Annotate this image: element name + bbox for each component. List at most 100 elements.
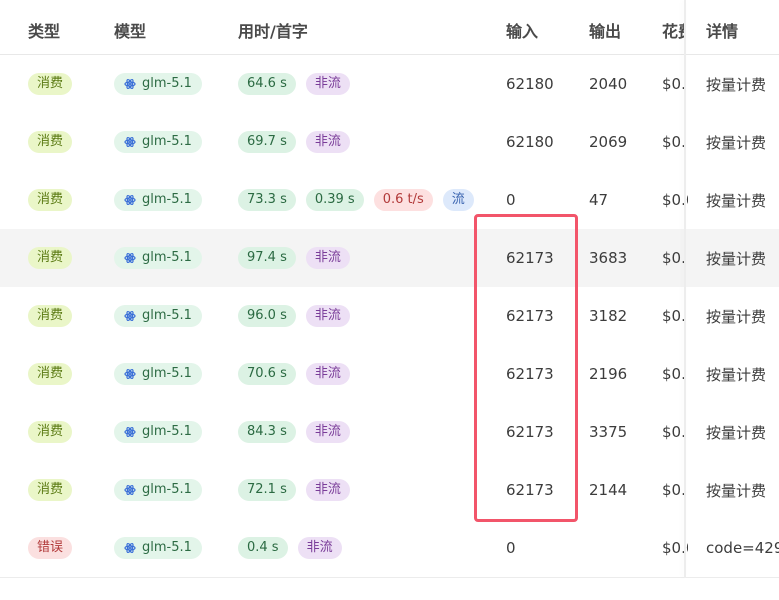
time-cell: 64.6 s 非流 [238, 55, 478, 113]
output-tokens-cell: 47 [589, 191, 609, 209]
type-badge: 消费 [28, 421, 73, 443]
model-logo-icon [124, 542, 136, 554]
time-cell: 84.3 s 非流 [238, 403, 478, 461]
model-badge[interactable]: glm-5.1 [114, 479, 202, 501]
input-tokens-cell: 0 [506, 539, 516, 557]
speed-badge: 0.6 t/s [373, 189, 433, 211]
model-cell: glm-5.1 [114, 345, 232, 403]
output-tokens-cell: 2144 [589, 481, 628, 499]
type-badge: 消费 [28, 247, 73, 269]
time-cell: 96.0 s 非流 [238, 287, 478, 345]
detail-cell[interactable]: 按量计费 [706, 113, 779, 171]
model-name: glm-5.1 [142, 366, 192, 381]
duration-badge: 64.6 s [238, 73, 296, 95]
model-logo-icon [124, 484, 136, 496]
detail-cell[interactable]: 按量计费 [706, 403, 779, 461]
type-badge: 消费 [28, 363, 73, 385]
header-input[interactable]: 输入 [506, 0, 576, 54]
detail-cell[interactable]: 按量计费 [706, 229, 779, 287]
table-row[interactable]: 消费 glm-5.1 97.4 s 非流 62173 3683 $0. 按量计费 [0, 229, 779, 288]
input-tokens-cell: 62173 [506, 481, 554, 499]
input-tokens-cell: 62173 [506, 423, 554, 441]
type-badge: 消费 [28, 305, 73, 327]
table-header: 类型 模型 用时/首字 输入 输出 花费 详情 [0, 0, 779, 55]
stream-mode-badge: 非流 [305, 421, 350, 443]
model-cell: glm-5.1 [114, 403, 232, 461]
header-output[interactable]: 输出 [589, 0, 649, 54]
model-name: glm-5.1 [142, 192, 192, 207]
header-type[interactable]: 类型 [28, 0, 98, 54]
model-name: glm-5.1 [142, 134, 192, 149]
model-logo-icon [124, 310, 136, 322]
duration-badge: 70.6 s [238, 363, 296, 385]
model-badge[interactable]: glm-5.1 [114, 421, 202, 443]
input-tokens-cell: 62173 [506, 365, 554, 383]
detail-cell[interactable]: 按量计费 [706, 287, 779, 345]
output-tokens-cell: 2040 [589, 75, 628, 93]
model-name: glm-5.1 [142, 424, 192, 439]
input-tokens-cell: 0 [506, 191, 516, 209]
model-badge[interactable]: glm-5.1 [114, 305, 202, 327]
model-cell: glm-5.1 [114, 55, 232, 113]
type-cell: 消费 [28, 55, 108, 113]
model-name: glm-5.1 [142, 540, 192, 555]
detail-cell[interactable]: 按量计费 [706, 171, 779, 229]
time-cell: 69.7 s 非流 [238, 113, 478, 171]
type-cell: 错误 [28, 519, 108, 577]
stream-mode-badge: 非流 [305, 73, 350, 95]
time-cell: 73.3 s 0.39 s 0.6 t/s 流 [238, 171, 478, 229]
duration-badge: 69.7 s [238, 131, 296, 153]
model-cell: glm-5.1 [114, 461, 232, 519]
duration-badge: 96.0 s [238, 305, 296, 327]
usage-log-table: 类型 模型 用时/首字 输入 输出 花费 详情 消费 [0, 0, 779, 600]
input-tokens-cell: 62180 [506, 133, 554, 151]
output-tokens-cell: 3375 [589, 423, 628, 441]
table-row[interactable]: 消费 glm-5.1 69.7 s 非流 62180 2069 $0. 按量计费 [0, 113, 779, 172]
header-cost[interactable]: 花费 [662, 0, 684, 54]
table-row[interactable]: 消费 glm-5.1 64.6 s 非流 62180 2040 $0. 按量计费 [0, 55, 779, 114]
table-row[interactable]: 消费 glm-5.1 73.3 s 0.39 s 0.6 t/s 流 0 47 … [0, 171, 779, 230]
model-cell: glm-5.1 [114, 287, 232, 345]
type-cell: 消费 [28, 229, 108, 287]
stream-mode-badge: 非流 [305, 247, 350, 269]
detail-cell[interactable]: 按量计费 [706, 345, 779, 403]
detail-cell[interactable]: 按量计费 [706, 55, 779, 113]
input-tokens-cell: 62173 [506, 307, 554, 325]
model-logo-icon [124, 136, 136, 148]
time-cell: 72.1 s 非流 [238, 461, 478, 519]
fixed-column-divider [684, 0, 686, 578]
model-badge[interactable]: glm-5.1 [114, 189, 202, 211]
output-tokens-cell: 2196 [589, 365, 628, 383]
model-badge[interactable]: glm-5.1 [114, 363, 202, 385]
header-time[interactable]: 用时/首字 [238, 0, 438, 54]
duration-badge: 72.1 s [238, 479, 296, 501]
detail-cell[interactable]: code=429 [706, 519, 779, 577]
type-badge: 消费 [28, 479, 73, 501]
table-row[interactable]: 消费 glm-5.1 96.0 s 非流 62173 3182 $0. 按量计费 [0, 287, 779, 346]
output-tokens-cell: 2069 [589, 133, 628, 151]
detail-cell[interactable]: 按量计费 [706, 461, 779, 519]
duration-badge: 97.4 s [238, 247, 296, 269]
header-detail[interactable]: 详情 [706, 0, 779, 54]
model-cell: glm-5.1 [114, 171, 232, 229]
type-badge: 错误 [28, 537, 73, 559]
stream-mode-badge: 流 [442, 189, 474, 211]
model-badge[interactable]: glm-5.1 [114, 537, 202, 559]
input-tokens-cell: 62180 [506, 75, 554, 93]
model-badge[interactable]: glm-5.1 [114, 73, 202, 95]
model-name: glm-5.1 [142, 76, 192, 91]
model-cell: glm-5.1 [114, 519, 232, 577]
stream-mode-badge: 非流 [305, 363, 350, 385]
model-badge[interactable]: glm-5.1 [114, 131, 202, 153]
duration-badge: 84.3 s [238, 421, 296, 443]
type-cell: 消费 [28, 171, 108, 229]
table-row[interactable]: 消费 glm-5.1 70.6 s 非流 62173 2196 $0. 按量计费 [0, 345, 779, 404]
type-badge: 消费 [28, 73, 73, 95]
header-model[interactable]: 模型 [114, 0, 214, 54]
model-badge[interactable]: glm-5.1 [114, 247, 202, 269]
table-row[interactable]: 消费 glm-5.1 84.3 s 非流 62173 3375 $0. 按量计费 [0, 403, 779, 462]
time-cell: 70.6 s 非流 [238, 345, 478, 403]
table-row[interactable]: 消费 glm-5.1 72.1 s 非流 62173 2144 $0. 按量计费 [0, 461, 779, 520]
table-row[interactable]: 错误 glm-5.1 0.4 s 非流 0 $0 code=429 [0, 519, 779, 578]
output-tokens-cell: 3182 [589, 307, 628, 325]
